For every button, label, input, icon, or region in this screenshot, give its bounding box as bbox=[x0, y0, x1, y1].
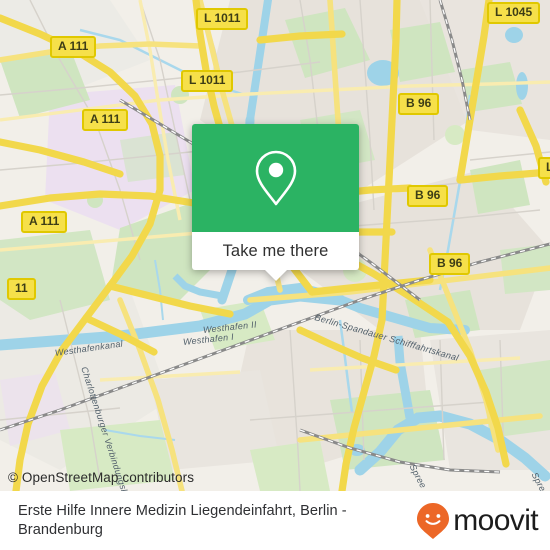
road-shield: B 96 bbox=[429, 253, 471, 275]
moovit-map-page: L 1011 L 1045 A 111 L 1011 B 96 A 111 L 1 B 96 A… bbox=[0, 0, 550, 550]
moovit-wordmark: moovit bbox=[453, 503, 538, 537]
location-title: Erste Hilfe Innere Medizin Liegendeinfah… bbox=[18, 502, 347, 538]
road-shield: A 111 bbox=[21, 211, 68, 233]
road-shield: A 111 bbox=[82, 109, 129, 131]
osm-attribution[interactable]: © OpenStreetMap contributors bbox=[8, 470, 194, 485]
popup-cta-label: Take me there bbox=[222, 241, 329, 260]
road-shield: A 111 bbox=[50, 36, 97, 58]
road-shield: 11 bbox=[7, 278, 36, 300]
road-shield: L 1011 bbox=[196, 8, 249, 30]
road-shield: B 96 bbox=[398, 93, 440, 115]
map-pin-icon bbox=[255, 150, 296, 206]
popup-tail bbox=[264, 270, 287, 281]
location-popup[interactable]: Take me there bbox=[192, 124, 359, 281]
road-shield: L 1011 bbox=[181, 70, 234, 92]
moovit-brand[interactable]: moovit bbox=[416, 502, 550, 540]
road-shield: B 96 bbox=[407, 185, 449, 207]
moovit-smiley-pin-icon bbox=[417, 502, 450, 539]
popup-cta[interactable]: Take me there bbox=[192, 232, 359, 281]
bottom-bar: Erste Hilfe Innere Medizin Liegendeinfah… bbox=[0, 491, 550, 550]
road-shield: L 1045 bbox=[487, 2, 541, 24]
popup-pin-area bbox=[192, 124, 359, 232]
road-shield: L 1 bbox=[538, 157, 550, 179]
